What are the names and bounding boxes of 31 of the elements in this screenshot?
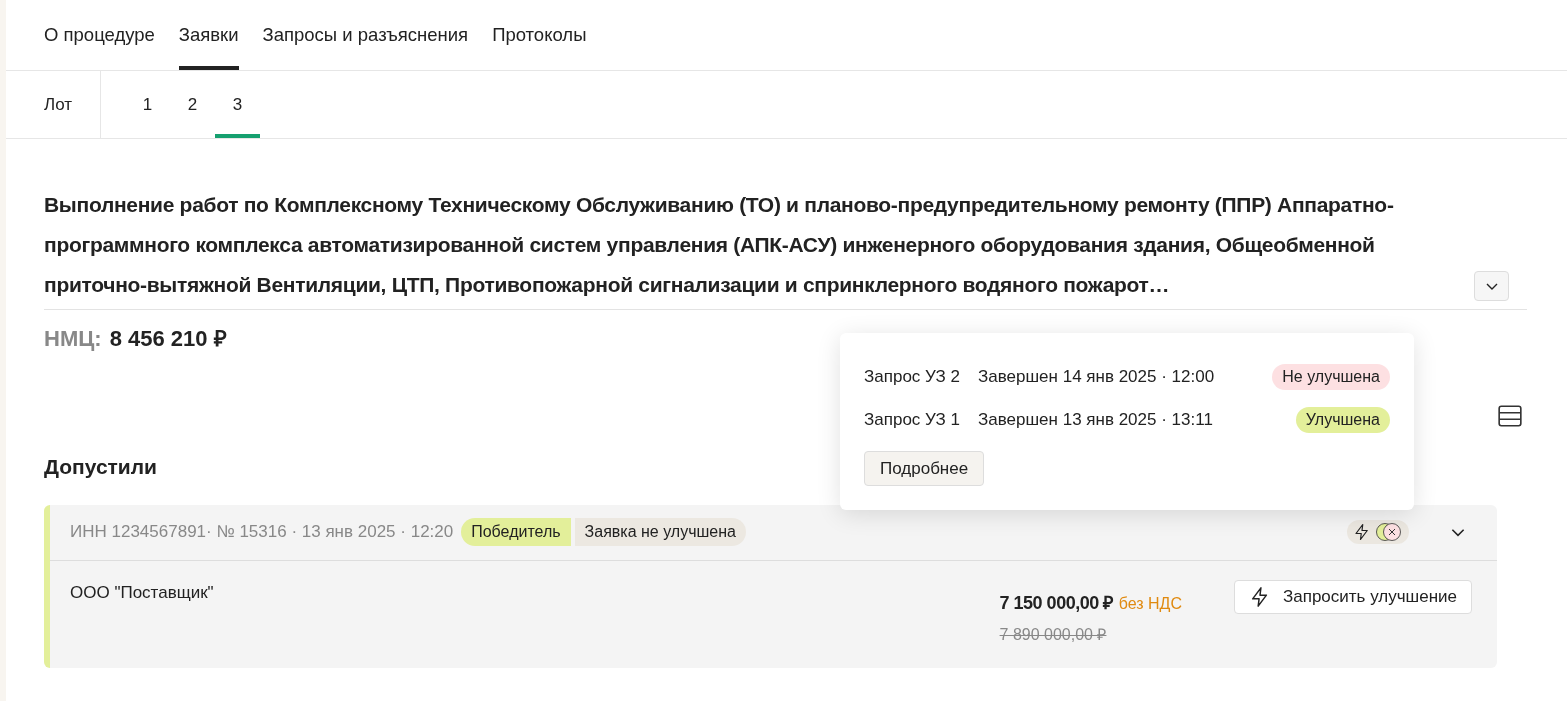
tab[interactable]: О процедуре [44,0,155,70]
nmc-label: НМЦ: [44,325,102,353]
details-button[interactable]: Подробнее [864,451,985,486]
lot-label: Лот [44,93,73,116]
request-status: Завершен 13 янв 2025 · 13:11 [978,408,1214,431]
lightning-icon [1353,523,1371,541]
request-name: Запрос УЗ 2 [864,365,961,388]
lot-tab[interactable]: 2 [170,71,215,138]
request-status: Завершен 14 янв 2025 · 12:00 [978,365,1216,388]
lot-tab[interactable]: 1 [125,71,170,138]
tab[interactable]: Запросы и разъяснения [262,0,469,70]
lot-title: Выполнение работ по Комплексному Техническому Обслуживанию (ТО) и планово-предупредительному ремонту (ППР) Аппаратно-программного комплекса автоматизированной систем управления (АПК-АСУ) инженерного оборудования здания, Общеобменной приточно-вытяжной Вентиляции, ЦТП, Противопожарной сигнализации и спринклерного водяного пожарот… [44,192,1395,298]
expand-title-button[interactable] [1474,271,1509,301]
tab[interactable]: Заявки [178,0,239,70]
cross-circle-icon [1375,522,1403,542]
nmc-value: 8 456 210 ₽ [109,325,227,353]
tab[interactable]: Протоколы [492,0,587,70]
request-improvement-button[interactable]: Запросить улучшение [1233,579,1472,614]
application-meta: ИНН 1234567891· № 15316 · 13 янв 2025 · 12:20 [70,521,454,544]
table-view-icon[interactable] [1497,403,1523,429]
result-badge: Улучшена [1295,406,1390,433]
lot-tab[interactable]: 3 [215,71,260,138]
section-title: Допустили [44,454,157,480]
result-badge: Не улучшена [1272,363,1390,390]
old-price: 7 890 000,00 ₽ [999,624,1107,645]
price: 7 150 000,00 ₽ [999,591,1113,615]
vat-note: без НДС [1118,593,1182,614]
status-tag: Победитель [461,518,571,546]
request-name: Запрос УЗ 1 [864,408,961,431]
supplier-name: ООО "Поставщик" [70,581,215,604]
status-tag: Заявка не улучшена [574,518,746,546]
